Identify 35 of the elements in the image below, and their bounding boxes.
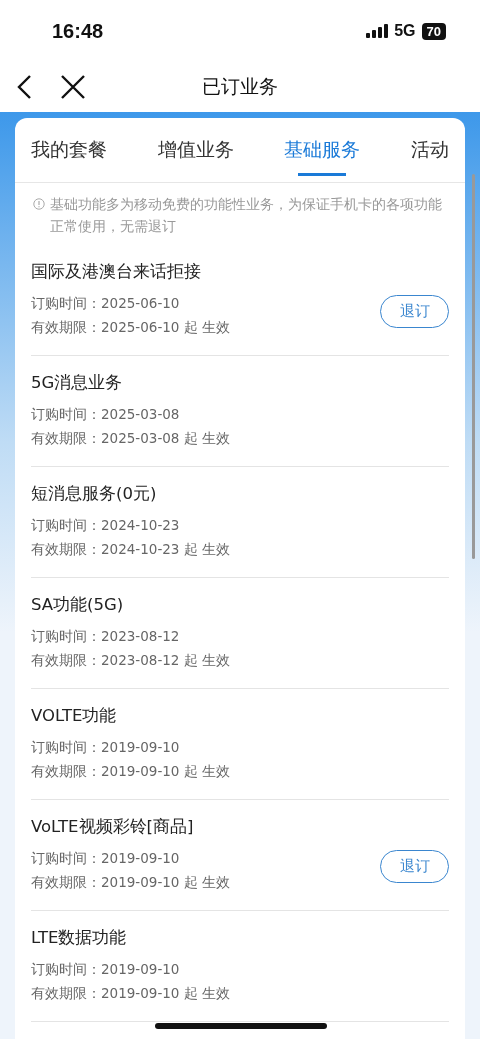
order-date: 订购时间：2024-10-23 — [31, 516, 181, 535]
battery-indicator: 70 — [421, 22, 446, 40]
service-name: 短消息服务(0元) — [31, 483, 158, 505]
signal-icon — [366, 24, 389, 38]
validity-period: 有效期限：2023-08-12 起 生效 — [31, 651, 231, 670]
info-icon — [33, 198, 45, 210]
tab[interactable]: 活动 — [410, 118, 449, 182]
clock-time: 16:48 — [52, 19, 104, 43]
network-label: 5G — [394, 22, 416, 40]
validity-period: 有效期限：2019-09-10 起 生效 — [31, 984, 231, 1003]
validity-period: 有效期限：2019-09-10 起 生效 — [31, 873, 231, 892]
tab[interactable]: 我的套餐 — [31, 118, 107, 182]
order-date: 订购时间：2025-06-10 — [31, 294, 181, 313]
order-date: 订购时间：2025-03-08 — [31, 405, 181, 424]
back-icon[interactable] — [16, 74, 32, 100]
service-name: SA功能(5G) — [31, 594, 125, 616]
service-name: VoLTE视频彩铃[商品] — [31, 816, 195, 838]
validity-period: 有效期限：2019-09-10 起 生效 — [31, 762, 231, 781]
service-name: LTE数据功能 — [31, 927, 128, 949]
order-date: 订购时间：2019-09-10 — [31, 849, 181, 868]
service-name: 国际及港澳台来话拒接 — [31, 261, 202, 283]
order-date: 订购时间：2019-09-10 — [31, 738, 181, 757]
unsubscribe-button[interactable]: 退订 — [380, 849, 449, 883]
order-date: 订购时间：2023-08-12 — [31, 627, 181, 646]
service-name: VOLTE功能 — [31, 705, 118, 727]
service-name: 5G消息业务 — [31, 372, 124, 394]
page-title: 已订业务 — [202, 74, 278, 99]
unsubscribe-button[interactable]: 退订 — [380, 294, 449, 328]
notice-text: 基础功能多为移动免费的功能性业务，为保证手机卡的各项功能正常使用，无需退订 — [50, 195, 443, 236]
validity-period: 有效期限：2025-06-10 起 生效 — [31, 318, 231, 337]
validity-period: 有效期限：2025-03-08 起 生效 — [31, 429, 231, 448]
validity-period: 有效期限：2024-10-23 起 生效 — [31, 540, 231, 559]
tab[interactable]: 增值业务 — [157, 118, 234, 182]
close-icon[interactable] — [60, 74, 86, 100]
order-date: 订购时间：2019-09-10 — [31, 960, 181, 979]
